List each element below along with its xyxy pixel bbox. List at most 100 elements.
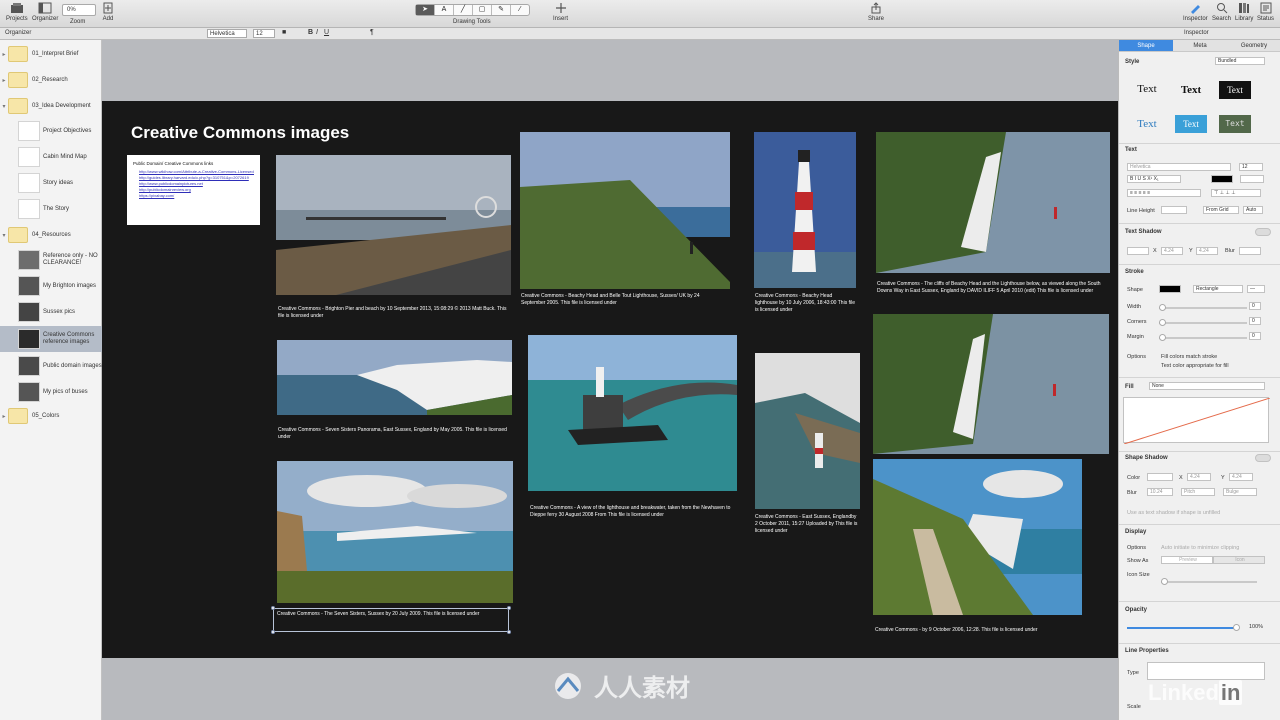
disclosure-down-icon[interactable]: ▾: [0, 232, 8, 239]
font-family-select[interactable]: Helvetica: [207, 29, 247, 38]
style-preset[interactable]: Text: [1219, 81, 1251, 99]
slider-thumb[interactable]: [1161, 578, 1168, 585]
shape-shadow-toggle[interactable]: [1255, 454, 1271, 462]
search-button[interactable]: Search: [1212, 2, 1231, 22]
resize-handle[interactable]: [271, 606, 275, 610]
line-tool[interactable]: ╱: [454, 5, 473, 15]
fill-select[interactable]: None: [1149, 382, 1265, 390]
caption-east-sussex[interactable]: Creative Commons - East Sussex, Englandb…: [755, 514, 860, 535]
underline-button[interactable]: U: [324, 29, 329, 36]
shape-tool[interactable]: ▢: [473, 5, 492, 15]
vertical-alignment-buttons[interactable]: ⊤ ⊥ ⊥ ⊥: [1211, 189, 1261, 197]
slider-thumb[interactable]: [1159, 304, 1166, 311]
organizer-page[interactable]: Reference only - NO CLEARANCE!: [0, 248, 102, 272]
pitch-field[interactable]: Pitch: [1181, 488, 1215, 496]
font-size-field[interactable]: 12: [1239, 163, 1263, 171]
caption-seven-sisters-panorama[interactable]: Creative Commons - Seven Sisters Panoram…: [278, 427, 513, 441]
organizer-page[interactable]: Project Objectives: [0, 119, 102, 143]
photo-cliffs-beachy-head[interactable]: [876, 132, 1110, 273]
use-as-text-shadow-checkbox[interactable]: Use as text shadow if shape is unfilled: [1127, 510, 1220, 516]
shadow-blur-field[interactable]: [1239, 247, 1261, 255]
organizer-page[interactable]: My Brighton images: [0, 274, 102, 298]
resize-handle[interactable]: [507, 630, 511, 634]
link-item[interactable]: https://pixabay.com/: [139, 193, 254, 199]
style-preset[interactable]: Text: [1131, 80, 1163, 98]
style-preset[interactable]: Text: [1219, 115, 1251, 133]
organizer-folder[interactable]: ▾ 04_Resources: [0, 227, 102, 243]
organizer-page[interactable]: The Story: [0, 197, 102, 221]
text-bg-well[interactable]: [1240, 175, 1264, 183]
photo-brighton-pier[interactable]: [276, 155, 511, 295]
caption-newhaven[interactable]: Creative Commons - A view of the lightho…: [530, 505, 735, 519]
organizer-page[interactable]: Public domain images: [0, 354, 102, 378]
disclosure-down-icon[interactable]: ▾: [0, 103, 8, 110]
zoom-select[interactable]: 0%: [62, 4, 96, 16]
organizer-folder[interactable]: ▾ 03_Idea Development: [0, 98, 102, 114]
caption-beachy-belle-tout[interactable]: Creative Commons - Beachy Head and Belle…: [521, 293, 721, 307]
disclosure-right-icon[interactable]: ▸: [0, 77, 8, 84]
shadow-color-well[interactable]: [1127, 247, 1149, 255]
text-color-checkbox[interactable]: Text color appropriate for fill: [1161, 363, 1229, 369]
organizer-page[interactable]: Cabin Mind Map: [0, 145, 102, 169]
slider-thumb[interactable]: [1159, 319, 1166, 326]
photo-cliff-footpath[interactable]: [873, 459, 1082, 615]
inspector-button[interactable]: Inspector: [1183, 2, 1208, 22]
stroke-shape-select[interactable]: Rectangle: [1193, 285, 1243, 293]
links-card[interactable]: Public Domain/ Creative Commons links ht…: [127, 155, 260, 225]
stroke-color-well[interactable]: [1159, 285, 1181, 293]
font-field[interactable]: Helvetica: [1127, 163, 1231, 171]
italic-button[interactable]: I: [316, 29, 318, 36]
status-button[interactable]: Status: [1257, 2, 1274, 22]
paragraph-icon[interactable]: ¶: [370, 29, 374, 36]
tab-geometry[interactable]: Geometry: [1227, 40, 1280, 51]
from-grid-select[interactable]: From Grid: [1203, 206, 1239, 214]
bold-button[interactable]: B: [308, 29, 313, 36]
organizer-folder[interactable]: ▸ 02_Research: [0, 72, 102, 88]
text-color-swatch[interactable]: ■: [282, 29, 286, 36]
tab-shape[interactable]: Shape: [1119, 40, 1173, 51]
text-color-well[interactable]: [1211, 175, 1233, 183]
stroke-style-select[interactable]: —: [1247, 285, 1265, 293]
photo-beachy-lighthouse[interactable]: [754, 132, 856, 288]
resize-handle[interactable]: [507, 606, 511, 610]
photo-newhaven-lighthouse[interactable]: [528, 335, 737, 491]
alignment-buttons[interactable]: ≡ ≡ ≡ ≡ ≡: [1127, 189, 1201, 197]
corners-slider[interactable]: [1159, 319, 1247, 326]
share-button[interactable]: Share: [868, 2, 884, 22]
shadow-x-field[interactable]: 4.24: [1161, 247, 1183, 255]
show-as-preview[interactable]: Preview: [1161, 556, 1213, 564]
caption-footpath[interactable]: Creative Commons - by 9 October 2006, 12…: [875, 627, 1090, 634]
text-style-buttons[interactable]: B I U S X¹ X₁: [1127, 175, 1181, 183]
style-preset[interactable]: Text: [1131, 115, 1163, 133]
text-shadow-toggle[interactable]: [1255, 228, 1271, 236]
caption-cliffs-beachy[interactable]: Creative Commons - The cliffs of Beachy …: [877, 281, 1112, 295]
insert-button[interactable]: Insert: [553, 2, 568, 22]
icon-size-slider[interactable]: [1161, 578, 1257, 585]
width-slider[interactable]: [1159, 304, 1247, 311]
bulge-field[interactable]: Bulge: [1223, 488, 1257, 496]
corners-field[interactable]: 0: [1249, 317, 1261, 325]
photo-cliffs-beachy-head-2[interactable]: [873, 314, 1109, 454]
organizer-folder[interactable]: ▸ 05_Colors: [0, 408, 102, 424]
margin-slider[interactable]: [1159, 334, 1247, 341]
organizer-page[interactable]: My pics of buses: [0, 380, 102, 404]
photo-seven-sisters[interactable]: [277, 461, 513, 603]
organizer-folder[interactable]: ▸ 01_Interpret Brief: [0, 46, 102, 62]
organizer-page-selected[interactable]: Creative Commons reference images: [0, 326, 102, 352]
show-as-icon[interactable]: Icon: [1213, 556, 1265, 564]
fill-preview[interactable]: [1123, 397, 1271, 445]
organizer-button[interactable]: Organizer: [32, 2, 58, 22]
shape-shadow-color-well[interactable]: [1147, 473, 1173, 481]
caption-beachy-lighthouse[interactable]: Creative Commons - Beachy Head lighthous…: [755, 293, 855, 314]
add-button[interactable]: Add: [101, 2, 115, 22]
brush-tool[interactable]: ⁄: [511, 5, 529, 15]
organizer-page[interactable]: Sussex pics: [0, 300, 102, 324]
text-tool[interactable]: A: [435, 5, 454, 15]
board-title[interactable]: Creative Commons images: [131, 123, 349, 143]
caption-brighton[interactable]: Creative Commons - Brighton Pier and bea…: [278, 306, 513, 320]
resize-handle[interactable]: [271, 630, 275, 634]
font-size-select[interactable]: 12: [253, 29, 275, 38]
projects-button[interactable]: Projects: [6, 2, 28, 22]
margin-field[interactable]: 0: [1249, 332, 1261, 340]
photo-east-sussex[interactable]: [755, 353, 860, 509]
